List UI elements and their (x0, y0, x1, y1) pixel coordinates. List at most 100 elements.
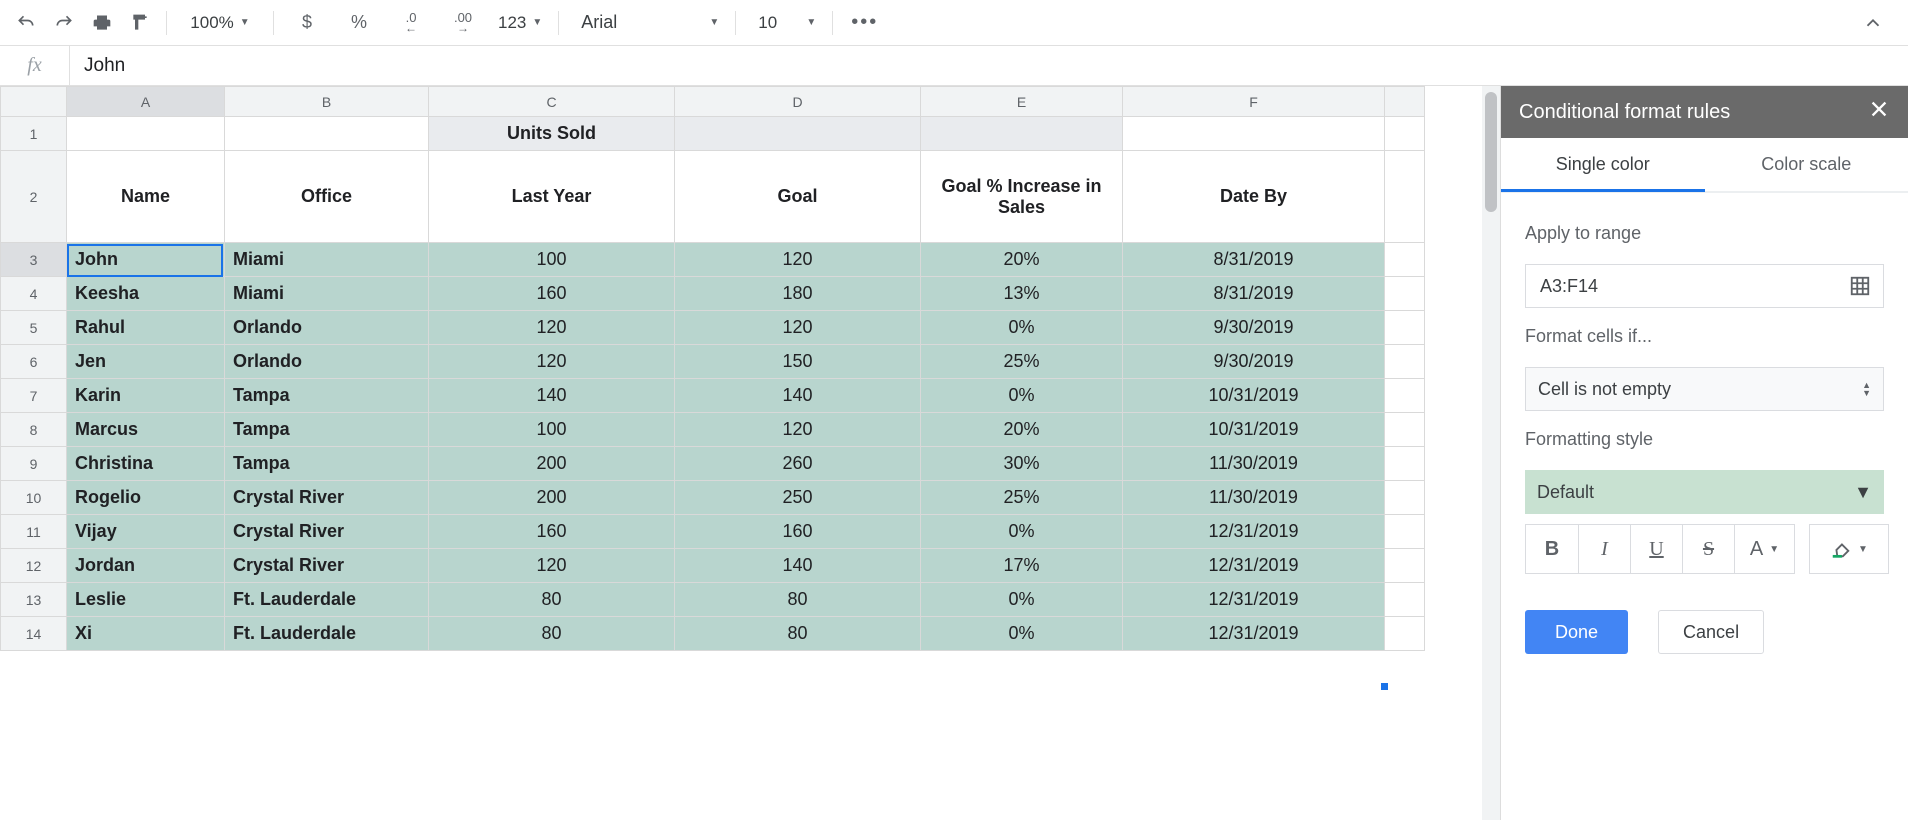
cell[interactable]: 160 (429, 277, 675, 311)
range-input-box[interactable] (1525, 264, 1884, 308)
cell[interactable]: 9/30/2019 (1123, 311, 1385, 345)
cell[interactable]: Crystal River (225, 481, 429, 515)
row-header-13[interactable]: 13 (1, 583, 67, 617)
row-header-10[interactable]: 10 (1, 481, 67, 515)
default-style-dropdown[interactable]: Default ▼ (1525, 470, 1884, 514)
format-currency-button[interactable]: $ (282, 5, 332, 41)
cell[interactable] (675, 117, 921, 151)
cell[interactable] (1385, 583, 1425, 617)
cancel-button[interactable]: Cancel (1658, 610, 1764, 654)
cell[interactable] (1385, 515, 1425, 549)
cell[interactable]: Tampa (225, 447, 429, 481)
cell[interactable]: 120 (675, 243, 921, 277)
print-button[interactable] (84, 5, 120, 41)
row-header-6[interactable]: 6 (1, 345, 67, 379)
cell[interactable]: 12/31/2019 (1123, 515, 1385, 549)
cell[interactable] (1385, 617, 1425, 651)
cell[interactable]: 140 (675, 549, 921, 583)
cell[interactable]: 200 (429, 481, 675, 515)
cell[interactable]: 25% (921, 345, 1123, 379)
bold-button[interactable]: B (1526, 525, 1578, 573)
italic-button[interactable]: I (1578, 525, 1630, 573)
cell-header-office[interactable]: Office (225, 151, 429, 243)
cell[interactable]: 25% (921, 481, 1123, 515)
spreadsheet-grid[interactable]: A B C D E F 1 Units Sold (0, 86, 1500, 820)
underline-button[interactable]: U (1630, 525, 1682, 573)
cell[interactable]: Crystal River (225, 515, 429, 549)
cell[interactable]: 80 (429, 583, 675, 617)
cell[interactable] (1385, 549, 1425, 583)
cell-units-sold[interactable]: Units Sold (429, 117, 675, 151)
format-percent-button[interactable]: % (334, 5, 384, 41)
font-size-dropdown[interactable]: 10 ▼ (744, 5, 824, 41)
cell[interactable]: 100 (429, 413, 675, 447)
cell[interactable]: Ft. Lauderdale (225, 583, 429, 617)
more-tools-button[interactable]: ••• (841, 5, 888, 41)
cell[interactable]: 12/31/2019 (1123, 549, 1385, 583)
text-color-button[interactable]: A▼ (1734, 525, 1794, 573)
cell[interactable]: Jen (67, 345, 225, 379)
collapse-toolbar-button[interactable] (1846, 5, 1900, 41)
vertical-scrollbar[interactable] (1482, 86, 1500, 820)
formula-input[interactable] (70, 46, 1908, 85)
cell[interactable]: 0% (921, 617, 1123, 651)
cell[interactable]: Marcus (67, 413, 225, 447)
cell[interactable]: 80 (675, 583, 921, 617)
cell[interactable]: 120 (429, 345, 675, 379)
redo-button[interactable] (46, 5, 82, 41)
cell[interactable]: 200 (429, 447, 675, 481)
cell[interactable]: 140 (429, 379, 675, 413)
cell[interactable]: Jordan (67, 549, 225, 583)
cell[interactable] (67, 117, 225, 151)
row-header-12[interactable]: 12 (1, 549, 67, 583)
cell[interactable]: Vijay (67, 515, 225, 549)
cell-header-date-by[interactable]: Date By (1123, 151, 1385, 243)
cell-header-goal-pct[interactable]: Goal % Increase in Sales (921, 151, 1123, 243)
close-sidebar-button[interactable] (1868, 98, 1890, 126)
cell[interactable]: Christina (67, 447, 225, 481)
column-header-extra[interactable] (1385, 87, 1425, 117)
cell[interactable] (1385, 277, 1425, 311)
cell[interactable] (1385, 481, 1425, 515)
cell-header-name[interactable]: Name (67, 151, 225, 243)
cell[interactable]: 0% (921, 515, 1123, 549)
cell[interactable]: 0% (921, 311, 1123, 345)
row-header-3[interactable]: 3 (1, 243, 67, 277)
cell[interactable]: 8/31/2019 (1123, 277, 1385, 311)
cell[interactable]: 120 (675, 413, 921, 447)
cell[interactable]: 80 (675, 617, 921, 651)
cell[interactable] (1385, 311, 1425, 345)
cell[interactable]: Xi (67, 617, 225, 651)
condition-dropdown[interactable]: Cell is not empty ▲▼ (1525, 367, 1884, 411)
cell[interactable]: 120 (429, 549, 675, 583)
cell[interactable]: 10/31/2019 (1123, 379, 1385, 413)
selection-fill-handle[interactable] (1381, 683, 1388, 690)
cell-header-goal[interactable]: Goal (675, 151, 921, 243)
cell[interactable]: Orlando (225, 311, 429, 345)
decrease-decimal-button[interactable]: .0← (386, 5, 436, 41)
row-header-8[interactable]: 8 (1, 413, 67, 447)
select-all-corner[interactable] (1, 87, 67, 117)
row-header-4[interactable]: 4 (1, 277, 67, 311)
cell[interactable]: 0% (921, 379, 1123, 413)
cell[interactable]: Miami (225, 277, 429, 311)
cell[interactable] (1385, 151, 1425, 243)
grid-icon[interactable] (1849, 275, 1871, 297)
strike-button[interactable]: S (1682, 525, 1734, 573)
row-header-5[interactable]: 5 (1, 311, 67, 345)
cell[interactable] (1123, 117, 1385, 151)
cell[interactable] (1385, 117, 1425, 151)
cell[interactable]: 8/31/2019 (1123, 243, 1385, 277)
increase-decimal-button[interactable]: .00→ (438, 5, 488, 41)
cell[interactable]: Leslie (67, 583, 225, 617)
cell[interactable]: Miami (225, 243, 429, 277)
row-header-7[interactable]: 7 (1, 379, 67, 413)
cell[interactable]: 120 (429, 311, 675, 345)
cell-header-last-year[interactable]: Last Year (429, 151, 675, 243)
cell[interactable]: Tampa (225, 379, 429, 413)
range-input[interactable] (1538, 275, 1849, 298)
cell[interactable]: Orlando (225, 345, 429, 379)
cell[interactable]: 12/31/2019 (1123, 583, 1385, 617)
tab-single-color[interactable]: Single color (1501, 138, 1705, 191)
row-header-2[interactable]: 2 (1, 151, 67, 243)
